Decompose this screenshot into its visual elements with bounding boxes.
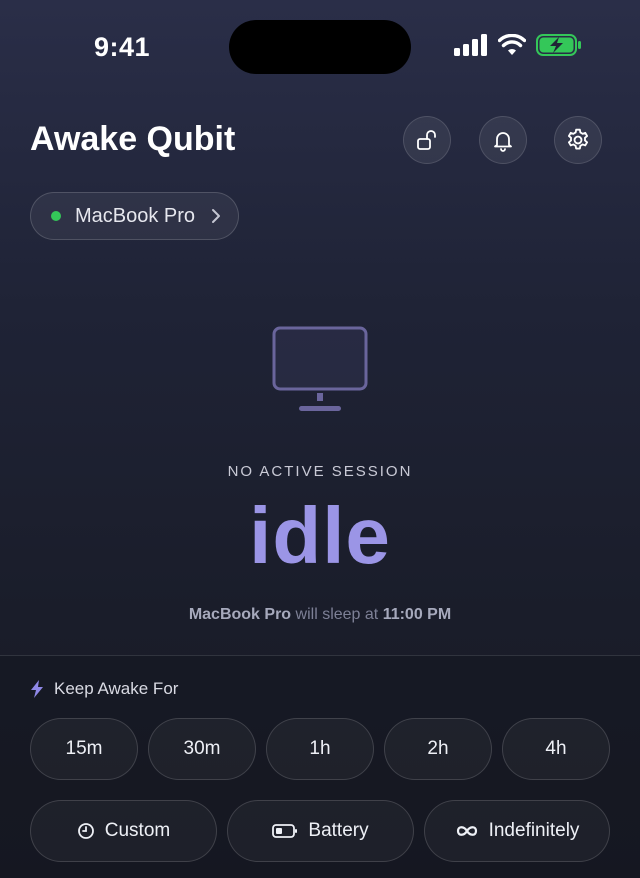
- indefinitely-button[interactable]: Indefinitely: [424, 800, 610, 862]
- battery-icon: [272, 824, 298, 838]
- duration-30m-button[interactable]: 30m: [148, 718, 256, 780]
- duration-15m-button[interactable]: 15m: [30, 718, 138, 780]
- status-time: 9:41: [94, 32, 151, 62]
- indefinitely-label: Indefinitely: [488, 820, 580, 841]
- sleep-time: 11:00 PM: [382, 606, 452, 623]
- dynamic-island: [229, 20, 411, 74]
- settings-button[interactable]: [554, 116, 602, 164]
- session-state: idle: [249, 491, 391, 580]
- custom-button[interactable]: Custom: [30, 800, 217, 862]
- cellular-signal-icon: [454, 34, 487, 56]
- battery-label: Battery: [308, 820, 369, 841]
- battery-button[interactable]: Battery: [227, 800, 414, 862]
- device-name: MacBook Pro: [75, 204, 196, 227]
- chevron-right-icon: [212, 209, 221, 223]
- keep-awake-heading: Keep Awake For: [30, 679, 178, 699]
- lock-open-icon: [417, 130, 436, 150]
- duration-1h-button[interactable]: 1h: [266, 718, 374, 780]
- clock-icon: [77, 823, 94, 839]
- notifications-button[interactable]: [479, 116, 527, 164]
- lightning-icon: [31, 680, 43, 698]
- status-bar: 9:41: [0, 0, 640, 95]
- sleep-info: MacBook Pro will sleep at 11:00 PM: [0, 606, 640, 624]
- divider: [0, 655, 640, 656]
- battery-charging-icon: [536, 34, 581, 56]
- custom-label: Custom: [104, 820, 171, 841]
- online-status-dot: [51, 211, 61, 221]
- status-icons: [454, 34, 582, 56]
- session-status-label: NO ACTIVE SESSION: [227, 463, 413, 480]
- bell-icon: [494, 132, 512, 152]
- app-title: Awake Qubit: [30, 120, 236, 158]
- duration-2h-button[interactable]: 2h: [384, 718, 492, 780]
- sleep-text: will sleep at: [295, 606, 379, 623]
- wifi-icon: [498, 34, 526, 55]
- gear-icon: [567, 128, 589, 150]
- device-selector[interactable]: MacBook Pro: [30, 192, 239, 240]
- sleep-device-name: MacBook Pro: [188, 606, 292, 623]
- lock-button[interactable]: [403, 116, 451, 164]
- duration-4h-button[interactable]: 4h: [502, 718, 610, 780]
- infinity-icon: [456, 826, 477, 836]
- app-header: Awake Qubit: [30, 116, 610, 166]
- monitor-icon: [272, 326, 368, 411]
- keep-awake-label: Keep Awake For: [54, 679, 179, 698]
